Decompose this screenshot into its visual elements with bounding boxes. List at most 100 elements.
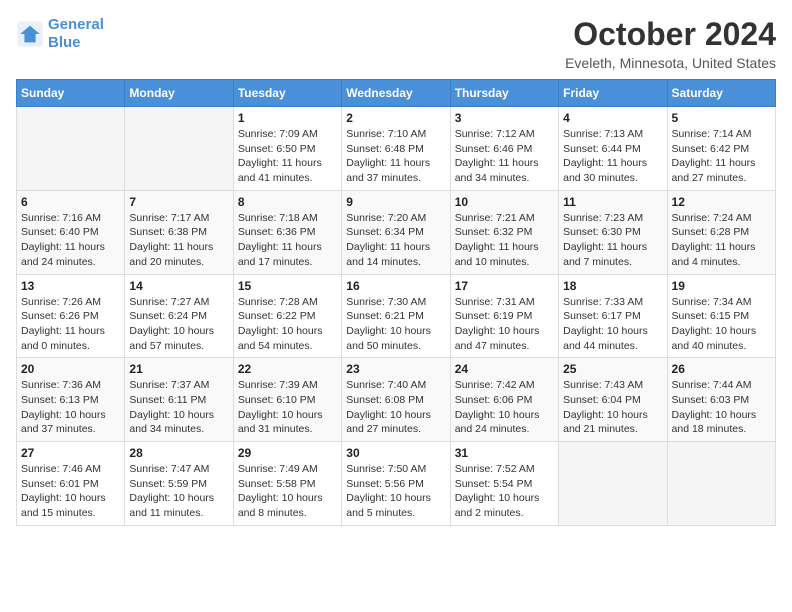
day-header-monday: Monday [125,80,233,107]
day-number: 17 [455,279,554,293]
main-title: October 2024 [565,16,776,53]
day-info: Sunrise: 7:27 AMSunset: 6:24 PMDaylight:… [129,295,228,354]
day-number: 5 [672,111,771,125]
day-info: Sunrise: 7:49 AMSunset: 5:58 PMDaylight:… [238,462,337,521]
day-number: 8 [238,195,337,209]
calendar-table: SundayMondayTuesdayWednesdayThursdayFrid… [16,79,776,526]
day-number: 18 [563,279,662,293]
day-number: 7 [129,195,228,209]
day-info: Sunrise: 7:31 AMSunset: 6:19 PMDaylight:… [455,295,554,354]
calendar-cell: 30Sunrise: 7:50 AMSunset: 5:56 PMDayligh… [342,442,450,526]
day-info: Sunrise: 7:50 AMSunset: 5:56 PMDaylight:… [346,462,445,521]
day-info: Sunrise: 7:13 AMSunset: 6:44 PMDaylight:… [563,127,662,186]
title-area: October 2024 Eveleth, Minnesota, United … [565,16,776,71]
day-number: 19 [672,279,771,293]
calendar-cell: 7 Sunrise: 7:17 AMSunset: 6:38 PMDaylight… [125,190,233,274]
calendar-cell: 17 Sunrise: 7:31 AMSunset: 6:19 PMDayligh… [450,274,558,358]
page-header: General Blue October 2024 Eveleth, Minne… [16,16,776,71]
day-info: Sunrise: 7:44 AMSunset: 6:03 PMDaylight:… [672,378,771,437]
day-number: 28 [129,446,228,460]
calendar-week-row: 6 Sunrise: 7:16 AMSunset: 6:40 PMDaylight… [17,190,776,274]
day-header-sunday: Sunday [17,80,125,107]
logo-line2: Blue [48,34,81,51]
calendar-week-row: 27Sunrise: 7:46 AMSunset: 6:01 PMDayligh… [17,442,776,526]
day-number: 11 [563,195,662,209]
subtitle: Eveleth, Minnesota, United States [565,55,776,71]
day-info: Sunrise: 7:17 AMSunset: 6:38 PMDaylight:… [129,211,228,270]
calendar-cell: 4 Sunrise: 7:13 AMSunset: 6:44 PMDaylight… [559,107,667,191]
day-info: Sunrise: 7:43 AMSunset: 6:04 PMDaylight:… [563,378,662,437]
day-number: 10 [455,195,554,209]
day-info: Sunrise: 7:37 AMSunset: 6:11 PMDaylight:… [129,378,228,437]
calendar-week-row: 13 Sunrise: 7:26 AMSunset: 6:26 PMDayligh… [17,274,776,358]
calendar-cell: 29 Sunrise: 7:49 AMSunset: 5:58 PMDayligh… [233,442,341,526]
day-info: Sunrise: 7:39 AMSunset: 6:10 PMDaylight:… [238,378,337,437]
day-header-thursday: Thursday [450,80,558,107]
calendar-cell: 19 Sunrise: 7:34 AMSunset: 6:15 PMDayligh… [667,274,775,358]
calendar-cell [125,107,233,191]
day-number: 14 [129,279,228,293]
day-number: 4 [563,111,662,125]
calendar-cell: 5Sunrise: 7:14 AMSunset: 6:42 PMDaylight… [667,107,775,191]
calendar-cell: 14 Sunrise: 7:27 AMSunset: 6:24 PMDayligh… [125,274,233,358]
day-number: 31 [455,446,554,460]
day-info: Sunrise: 7:16 AMSunset: 6:40 PMDaylight:… [21,211,120,270]
day-info: Sunrise: 7:28 AMSunset: 6:22 PMDaylight:… [238,295,337,354]
calendar-cell: 26 Sunrise: 7:44 AMSunset: 6:03 PMDayligh… [667,358,775,442]
day-info: Sunrise: 7:09 AMSunset: 6:50 PMDaylight:… [238,127,337,186]
day-info: Sunrise: 7:20 AMSunset: 6:34 PMDaylight:… [346,211,445,270]
calendar-cell: 11 Sunrise: 7:23 AMSunset: 6:30 PMDayligh… [559,190,667,274]
calendar-cell: 3 Sunrise: 7:12 AMSunset: 6:46 PMDaylight… [450,107,558,191]
calendar-cell: 12 Sunrise: 7:24 AMSunset: 6:28 PMDayligh… [667,190,775,274]
calendar-cell: 10Sunrise: 7:21 AMSunset: 6:32 PMDayligh… [450,190,558,274]
calendar-cell: 24Sunrise: 7:42 AMSunset: 6:06 PMDayligh… [450,358,558,442]
calendar-cell: 6 Sunrise: 7:16 AMSunset: 6:40 PMDaylight… [17,190,125,274]
day-info: Sunrise: 7:33 AMSunset: 6:17 PMDaylight:… [563,295,662,354]
calendar-cell: 13 Sunrise: 7:26 AMSunset: 6:26 PMDayligh… [17,274,125,358]
calendar-week-row: 1Sunrise: 7:09 AMSunset: 6:50 PMDaylight… [17,107,776,191]
day-number: 6 [21,195,120,209]
day-number: 12 [672,195,771,209]
calendar-cell: 2 Sunrise: 7:10 AMSunset: 6:48 PMDaylight… [342,107,450,191]
day-info: Sunrise: 7:46 AMSunset: 6:01 PMDaylight:… [21,462,120,521]
day-info: Sunrise: 7:36 AMSunset: 6:13 PMDaylight:… [21,378,120,437]
calendar-cell: 20 Sunrise: 7:36 AMSunset: 6:13 PMDayligh… [17,358,125,442]
logo-icon [16,20,44,48]
calendar-cell: 22 Sunrise: 7:39 AMSunset: 6:10 PMDayligh… [233,358,341,442]
day-number: 3 [455,111,554,125]
day-info: Sunrise: 7:10 AMSunset: 6:48 PMDaylight:… [346,127,445,186]
logo-text: General Blue [48,16,104,52]
day-number: 16 [346,279,445,293]
day-header-tuesday: Tuesday [233,80,341,107]
day-number: 15 [238,279,337,293]
day-number: 26 [672,362,771,376]
day-number: 21 [129,362,228,376]
day-number: 24 [455,362,554,376]
calendar-cell: 8 Sunrise: 7:18 AMSunset: 6:36 PMDaylight… [233,190,341,274]
day-header-saturday: Saturday [667,80,775,107]
calendar-cell: 27Sunrise: 7:46 AMSunset: 6:01 PMDayligh… [17,442,125,526]
calendar-cell: 23Sunrise: 7:40 AMSunset: 6:08 PMDayligh… [342,358,450,442]
calendar-cell: 1Sunrise: 7:09 AMSunset: 6:50 PMDaylight… [233,107,341,191]
day-header-wednesday: Wednesday [342,80,450,107]
day-info: Sunrise: 7:26 AMSunset: 6:26 PMDaylight:… [21,295,120,354]
calendar-cell: 15 Sunrise: 7:28 AMSunset: 6:22 PMDayligh… [233,274,341,358]
calendar-cell: 31Sunrise: 7:52 AMSunset: 5:54 PMDayligh… [450,442,558,526]
day-info: Sunrise: 7:23 AMSunset: 6:30 PMDaylight:… [563,211,662,270]
day-info: Sunrise: 7:34 AMSunset: 6:15 PMDaylight:… [672,295,771,354]
calendar-cell: 28Sunrise: 7:47 AMSunset: 5:59 PMDayligh… [125,442,233,526]
calendar-header-row: SundayMondayTuesdayWednesdayThursdayFrid… [17,80,776,107]
calendar-cell [667,442,775,526]
day-info: Sunrise: 7:12 AMSunset: 6:46 PMDaylight:… [455,127,554,186]
day-info: Sunrise: 7:24 AMSunset: 6:28 PMDaylight:… [672,211,771,270]
day-info: Sunrise: 7:18 AMSunset: 6:36 PMDaylight:… [238,211,337,270]
day-number: 20 [21,362,120,376]
calendar-cell [559,442,667,526]
calendar-cell [17,107,125,191]
day-number: 2 [346,111,445,125]
day-number: 29 [238,446,337,460]
day-number: 13 [21,279,120,293]
day-number: 25 [563,362,662,376]
day-number: 22 [238,362,337,376]
day-number: 23 [346,362,445,376]
